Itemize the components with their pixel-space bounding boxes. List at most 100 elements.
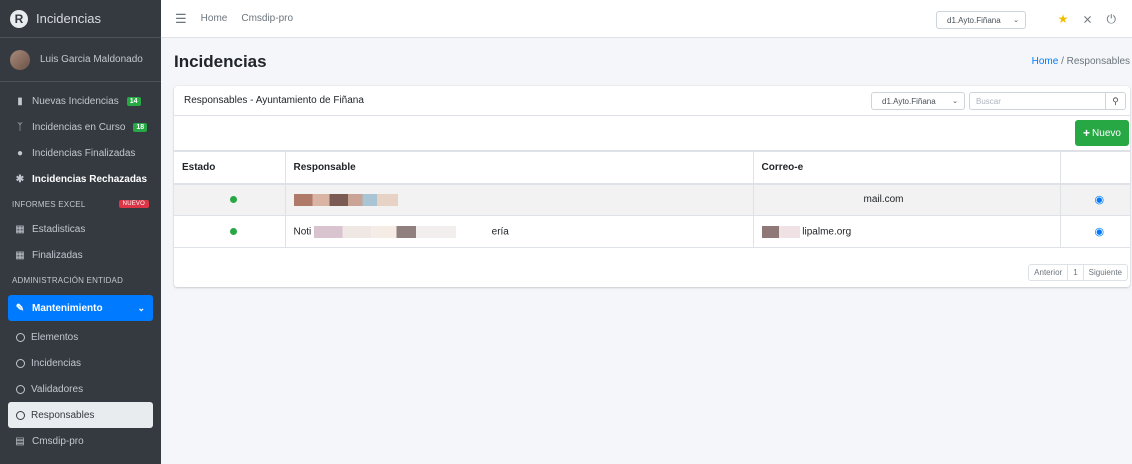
email-cell: lipalme.org bbox=[753, 215, 1061, 248]
responsable-text-start: Noti bbox=[293, 226, 312, 238]
sidebar-item-label: Estadisticas bbox=[32, 223, 86, 235]
new-button[interactable]: + Nuevo bbox=[1075, 120, 1129, 146]
power-icon[interactable]: ⏻ bbox=[1107, 12, 1117, 27]
nav-header-administracion: ADMINISTRACIÓN ENTIDAD bbox=[0, 268, 161, 292]
sidebar-item-label: Incidencias en Curso bbox=[32, 121, 126, 133]
chevron-down-icon: ⌄ bbox=[952, 98, 958, 105]
sidebar-item-label: Finalizadas bbox=[32, 249, 83, 261]
sidebar-item-incidencias[interactable]: Incidencias bbox=[0, 350, 161, 376]
user-panel[interactable]: Luis Garcia Maldonado bbox=[0, 38, 161, 82]
sidebar-item-elementos[interactable]: Elementos bbox=[0, 324, 161, 350]
card-entity-select-value: d1.Ayto.Fiñana bbox=[882, 96, 936, 106]
file-excel-icon: ▦ bbox=[15, 223, 25, 235]
circle-icon bbox=[16, 358, 25, 368]
sidebar-item-label: Incidencias Finalizadas bbox=[32, 147, 136, 159]
status-active-icon bbox=[229, 228, 237, 235]
new-badge: Nuevo bbox=[118, 200, 149, 208]
search-placeholder: Buscar bbox=[976, 96, 1001, 106]
fullscreen-icon[interactable]: ⨯ bbox=[1082, 12, 1092, 27]
column-header-responsable[interactable]: Responsable bbox=[285, 151, 754, 185]
brand-title: Incidencias bbox=[36, 11, 102, 26]
sidebar-item-responsables[interactable]: Responsables bbox=[8, 402, 153, 428]
sidebar-item-label: Nuevas Incidencias bbox=[32, 95, 119, 107]
responsables-card: Responsables - Ayuntamiento de Fiñana d1… bbox=[174, 86, 1130, 287]
chat-icon[interactable]: ★ bbox=[1058, 12, 1069, 27]
document-icon: ▤ bbox=[15, 435, 25, 447]
sidebar-item-incidencias-en-curso[interactable]: ᛉ Incidencias en Curso 18 bbox=[0, 114, 161, 140]
sidebar-item-label: Incidencias bbox=[31, 357, 82, 369]
status-cell bbox=[174, 183, 286, 216]
redacted-block bbox=[761, 225, 800, 238]
table-header-row: Estado Responsable Correo-e bbox=[174, 151, 1130, 185]
search-button[interactable]: ⚲ bbox=[1106, 92, 1126, 110]
avatar bbox=[10, 49, 30, 70]
card-entity-select[interactable]: d1.Ayto.Fiñana ⌄ bbox=[871, 92, 965, 110]
count-badge: 14 bbox=[126, 96, 141, 106]
edit-icon: ✎ bbox=[15, 302, 25, 314]
breadcrumb-home[interactable]: Home bbox=[1032, 56, 1059, 67]
column-header-estado[interactable]: Estado bbox=[174, 151, 286, 185]
view-icon[interactable]: ◉ bbox=[1060, 215, 1130, 248]
count-badge: 18 bbox=[133, 122, 148, 132]
nav-header-label: ADMINISTRACIÓN ENTIDAD bbox=[12, 275, 124, 285]
responsables-table: Estado Responsable Correo-e mail.com ◉ N… bbox=[174, 151, 1130, 248]
email-cell: mail.com bbox=[753, 183, 1061, 216]
menu-toggle-icon[interactable]: ☰ bbox=[175, 11, 187, 27]
sidebar-item-incidencias-rechazadas[interactable]: ✱ Incidencias Rechazadas bbox=[0, 166, 161, 192]
sidebar: R Incidencias Luis Garcia Maldonado ▮ Nu… bbox=[0, 0, 161, 464]
pagination-page[interactable]: 1 bbox=[1068, 265, 1084, 280]
entity-select[interactable]: d1.Ayto.Fiñana ⌄ bbox=[936, 11, 1026, 29]
redacted-block bbox=[314, 225, 457, 238]
sidebar-item-label: Elementos bbox=[31, 331, 79, 343]
page-title: Incidencias bbox=[174, 52, 267, 71]
pagination-next[interactable]: Siguiente bbox=[1084, 265, 1127, 280]
redacted-block bbox=[293, 193, 398, 206]
responsable-cell: Noti ería bbox=[285, 215, 754, 248]
sidebar-item-finalizadas[interactable]: ▦ Finalizadas bbox=[0, 242, 161, 268]
new-button-label: Nuevo bbox=[1092, 127, 1121, 139]
sidebar-item-incidencias-finalizadas[interactable]: ● Incidencias Finalizadas bbox=[0, 140, 161, 166]
sidebar-item-validadores[interactable]: Validadores bbox=[0, 376, 161, 402]
plus-icon: + bbox=[1083, 126, 1091, 140]
sidebar-item-estadisticas[interactable]: ▦ Estadisticas bbox=[0, 216, 161, 242]
nav-link-cmsdip[interactable]: Cmsdip-pro bbox=[241, 13, 293, 24]
nav-link-home[interactable]: Home bbox=[201, 13, 228, 24]
sidebar-item-label: Validadores bbox=[31, 383, 84, 395]
sidebar-item-mantenimiento[interactable]: ✎ Mantenimiento ⌄ bbox=[8, 295, 153, 321]
circle-icon bbox=[16, 410, 25, 420]
card-title: Responsables - Ayuntamiento de Fiñana bbox=[184, 95, 364, 106]
circle-icon bbox=[16, 384, 25, 394]
sidebar-item-label: Responsables bbox=[31, 409, 95, 421]
sidebar-item-cmsdip-pro[interactable]: ▤ Cmsdip-pro bbox=[0, 428, 161, 454]
table-row[interactable]: Noti ería lipalme.org ◉ bbox=[174, 215, 1130, 248]
brand-logo-icon: R bbox=[10, 9, 28, 28]
responsable-cell bbox=[285, 183, 754, 216]
search-icon: ⚲ bbox=[1112, 95, 1119, 106]
column-header-actions bbox=[1060, 151, 1130, 185]
status-cell bbox=[174, 215, 286, 248]
sidebar-nav: ▮ Nuevas Incidencias 14 ᛉ Incidencias en… bbox=[0, 82, 161, 454]
pagination: Anterior 1 Siguiente bbox=[1028, 264, 1128, 281]
chevron-down-icon: ⌄ bbox=[1013, 17, 1019, 24]
top-navbar: ☰ Home Cmsdip-pro d1.Ayto.Fiñana ⌄ ★ ⨯ ⏻ bbox=[161, 0, 1132, 38]
branch-icon: ᛉ bbox=[17, 121, 23, 133]
brand-link[interactable]: R Incidencias bbox=[0, 0, 161, 38]
chevron-down-icon: ⌄ bbox=[137, 302, 145, 313]
sidebar-item-nuevas-incidencias[interactable]: ▮ Nuevas Incidencias 14 bbox=[0, 88, 161, 114]
entity-select-value: d1.Ayto.Fiñana bbox=[947, 15, 1001, 25]
search-input[interactable]: Buscar bbox=[969, 92, 1106, 110]
top-icons: ★ ⨯ ⏻ bbox=[1058, 12, 1116, 27]
view-icon[interactable]: ◉ bbox=[1060, 183, 1130, 216]
sidebar-item-label: Incidencias Rechazadas bbox=[32, 173, 148, 185]
email-text: lipalme.org bbox=[802, 226, 852, 238]
nav-header-informes-excel: INFORMES EXCEL Nuevo bbox=[0, 192, 161, 216]
column-header-correo[interactable]: Correo-e bbox=[753, 151, 1061, 185]
user-name: Luis Garcia Maldonado bbox=[40, 54, 143, 65]
email-text: mail.com bbox=[863, 194, 904, 206]
card-toolbar: + Nuevo bbox=[174, 116, 1130, 151]
user-block-icon: ✱ bbox=[15, 173, 25, 185]
sidebar-item-label: Cmsdip-pro bbox=[32, 435, 84, 447]
table-row[interactable]: mail.com ◉ bbox=[174, 183, 1130, 216]
pagination-prev[interactable]: Anterior bbox=[1029, 265, 1069, 280]
card-header: Responsables - Ayuntamiento de Fiñana d1… bbox=[174, 86, 1130, 116]
